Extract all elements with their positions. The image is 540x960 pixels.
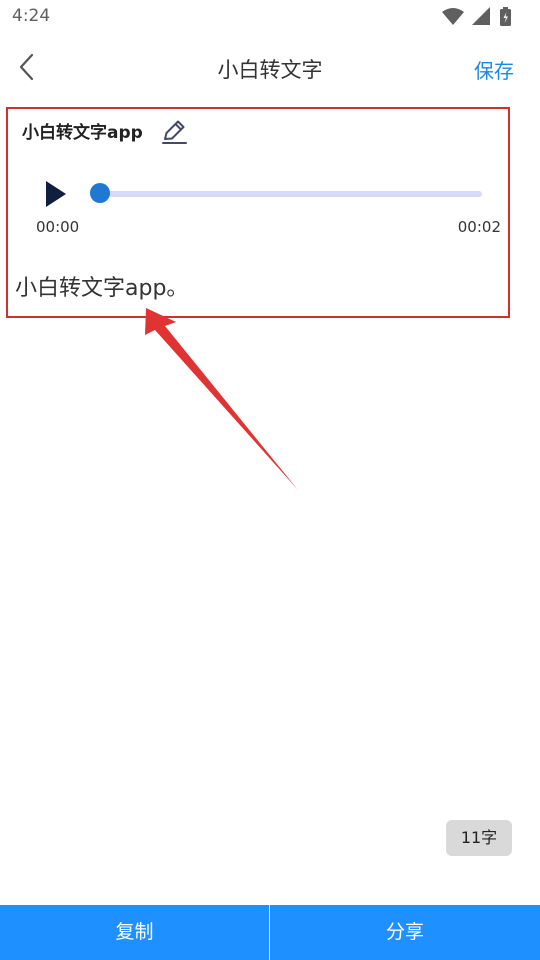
screen: 4:24 小白转文字 保存 小白转文字app 00:00 00:02 小白转文字…: [0, 0, 540, 960]
battery-icon: [500, 7, 511, 26]
share-button[interactable]: 分享: [270, 905, 540, 960]
status-icons: [440, 6, 530, 26]
pencil-icon: [162, 120, 187, 144]
current-time: 00:00: [36, 218, 80, 236]
wifi-icon: [442, 8, 464, 25]
edit-name-button[interactable]: [160, 117, 188, 145]
play-button[interactable]: [42, 179, 70, 209]
page-title: 小白转文字: [217, 58, 323, 82]
total-time: 00:02: [457, 218, 501, 236]
progress-track[interactable]: [100, 191, 482, 197]
progress-knob[interactable]: [90, 183, 110, 203]
bottom-bar: 复制 分享: [0, 905, 540, 960]
status-time: 4:24: [12, 6, 51, 26]
note-card: 小白转文字app 00:00 00:02 小白转文字app。: [6, 107, 510, 318]
status-bar: 4:24: [0, 0, 540, 34]
save-button[interactable]: 保存: [474, 55, 514, 84]
play-icon: [46, 181, 66, 207]
header: 小白转文字 保存: [0, 40, 540, 96]
signal-icon: [472, 7, 490, 25]
copy-button[interactable]: 复制: [0, 905, 269, 960]
char-count-badge: 11字: [446, 820, 512, 856]
note-name: 小白转文字app: [22, 123, 143, 143]
transcript-text[interactable]: 小白转文字app。: [15, 270, 188, 302]
